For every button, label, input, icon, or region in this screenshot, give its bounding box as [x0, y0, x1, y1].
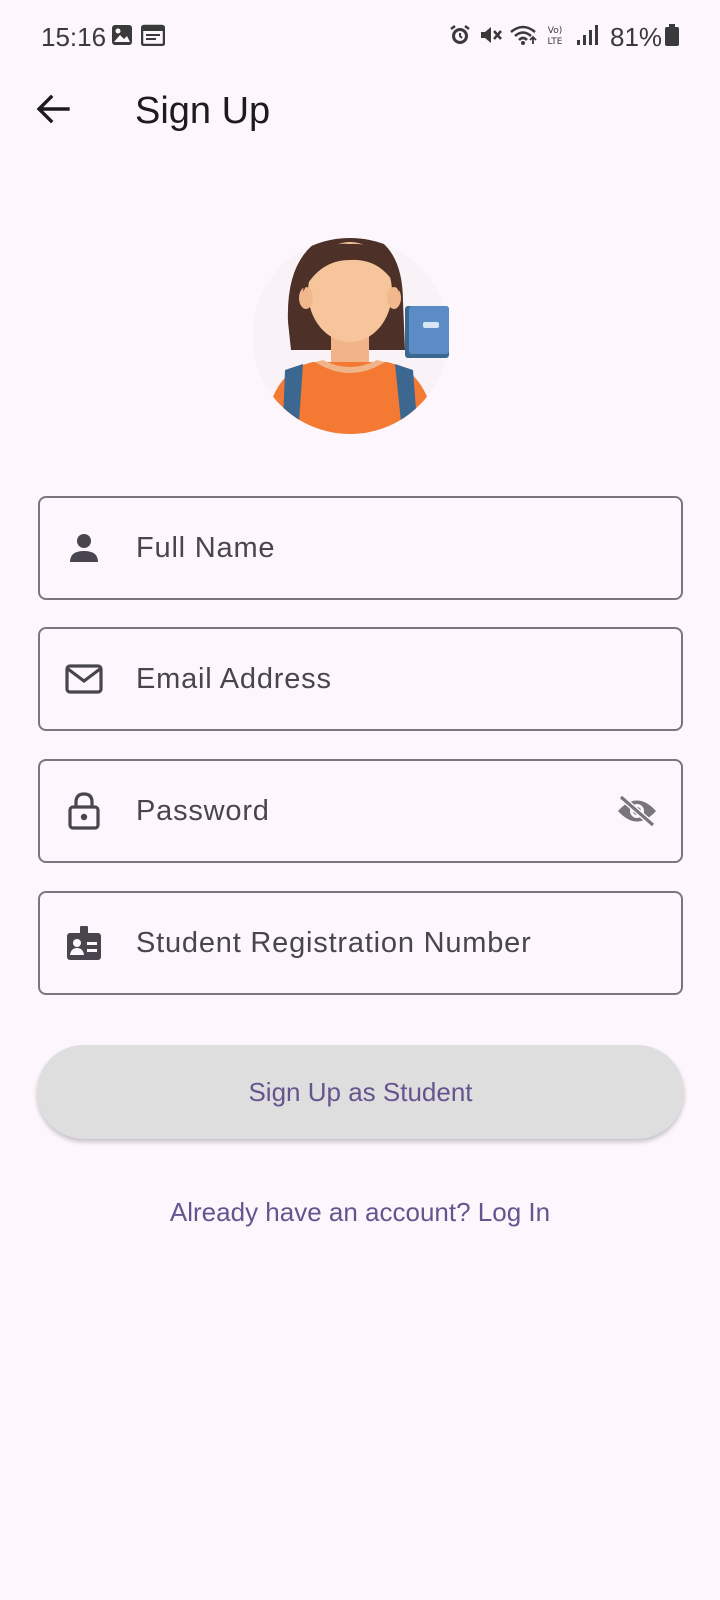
gallery-icon	[111, 24, 133, 51]
svg-text:LTE: LTE	[548, 37, 563, 46]
email-field[interactable]	[38, 627, 683, 731]
mail-icon	[64, 659, 104, 699]
wifi-icon	[509, 24, 539, 51]
sign-up-student-button[interactable]: Sign Up as Student	[37, 1045, 684, 1139]
svg-text:Vo): Vo)	[548, 26, 562, 36]
registration-number-field[interactable]	[38, 891, 683, 995]
badge-icon	[64, 923, 104, 963]
calendar-icon	[140, 24, 166, 51]
signal-icon	[576, 24, 598, 51]
full-name-field[interactable]	[38, 496, 683, 600]
login-link[interactable]: Already have an account? Log In	[0, 1197, 720, 1228]
status-time: 15:16	[41, 22, 107, 52]
registration-number-input[interactable]	[136, 893, 601, 993]
battery-icon	[665, 24, 679, 51]
person-icon	[64, 528, 104, 568]
page-title: Sign Up	[135, 90, 271, 132]
mute-icon	[479, 24, 503, 51]
student-avatar	[252, 222, 463, 440]
alarm-icon	[449, 24, 471, 51]
arrow-back-icon	[36, 94, 70, 129]
battery-percent: 81%	[610, 22, 663, 52]
password-input[interactable]	[136, 761, 601, 861]
volte-icon: Vo) LTE	[544, 24, 566, 51]
password-field[interactable]	[38, 759, 683, 863]
visibility-off-icon[interactable]	[613, 787, 661, 835]
email-input[interactable]	[136, 629, 601, 729]
lock-icon	[64, 791, 104, 831]
status-bar: 15:16 Vo) LTE 81%	[0, 0, 720, 74]
full-name-input[interactable]	[136, 498, 601, 598]
back-button[interactable]	[30, 88, 76, 134]
